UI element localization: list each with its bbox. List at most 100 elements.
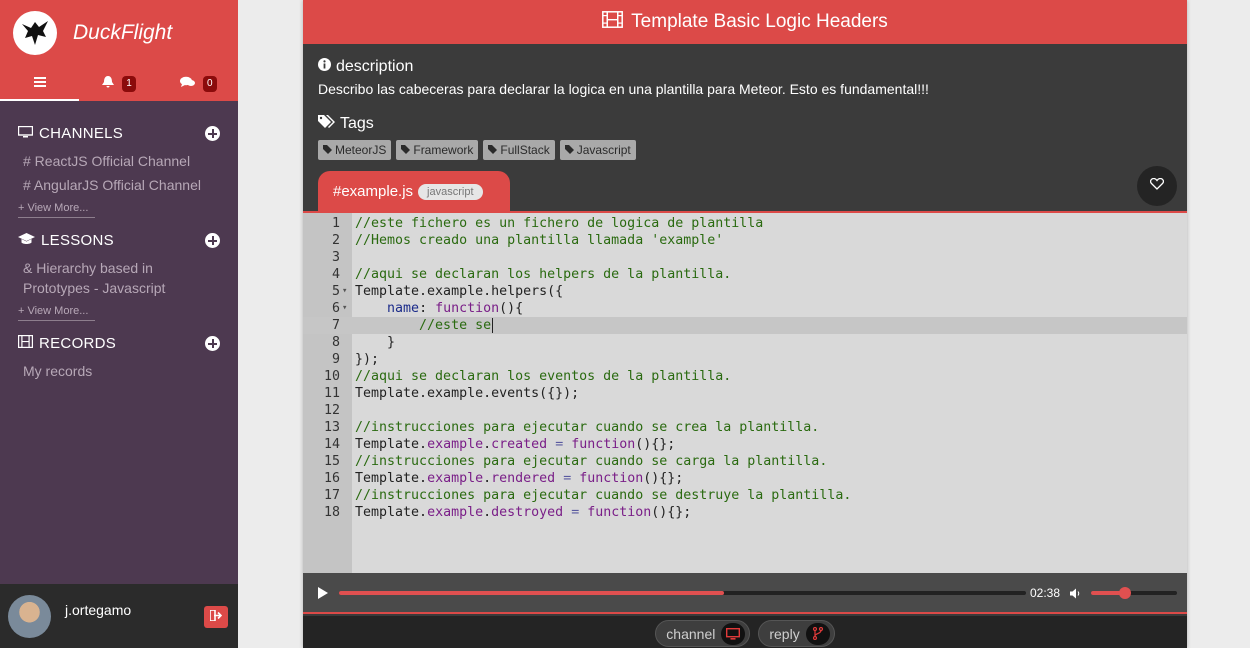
add-record-icon[interactable] [205,336,220,351]
code-line[interactable]: 12 [303,402,1187,419]
code-line[interactable]: 8 } [303,334,1187,351]
code-line[interactable]: 10 //aqui se declaran los eventos de la p… [303,368,1187,385]
code-text: //este se [355,318,494,333]
info-icon [318,58,331,76]
tag-label: MeteorJS [335,143,387,157]
notifications-tab[interactable]: 1 [79,66,158,101]
code-line[interactable]: 17 //instrucciones para ejecutar cuando s… [303,487,1187,504]
film-icon [18,335,34,352]
code-text: //instrucciones para ejecutar cuando se … [355,420,820,435]
volume-slider[interactable] [1091,587,1177,599]
code-line[interactable]: 18 Template.example.destroyed = function(… [303,504,1187,521]
media-player: 02:38 [303,573,1187,614]
logout-button[interactable] [204,606,228,628]
code-line[interactable]: 3 [303,249,1187,266]
volume-handle[interactable] [1119,587,1132,599]
add-channel-icon[interactable] [205,126,220,141]
add-lesson-icon[interactable] [205,233,220,248]
channels-header: CHANNELS [17,125,220,142]
lessons-header: LESSONS [18,232,220,249]
code-line[interactable]: 1 //este fichero es un fichero de logica … [303,215,1187,232]
sign-out-icon [209,608,223,626]
tag-javascript[interactable]: Javascript [559,140,636,160]
line-number: 18 [323,505,340,520]
tags-heading: Tags [318,114,1172,133]
line-number: 17 [323,488,340,503]
code-line[interactable]: 15 //instrucciones para ejecutar cuando s… [303,453,1187,470]
progress-bar[interactable] [339,591,1026,595]
line-number: 2 [331,233,340,248]
graduation-cap-icon [18,232,35,249]
code-text: //aqui se declaran los helpers de la pla… [355,267,732,282]
records-section: RECORDS My records [0,335,238,381]
desktop-icon [17,125,34,142]
record-item-my-records[interactable]: My records [23,361,220,381]
fold-gap [340,385,355,402]
sidebar: DuckFlight 1 0 CHANNELS # ReactJS Offici… [0,0,238,648]
lessons-section: LESSONS & Hierarchy based in Prototypes … [0,232,238,321]
code-line[interactable]: 6 ▾ name: function(){ [303,300,1187,317]
code-line[interactable]: 11 Template.example.events({}); [303,385,1187,402]
lesson-item-hierarchy[interactable]: & Hierarchy based in Prototypes - Javasc… [23,258,220,298]
code-line[interactable]: 13 //instrucciones para ejecutar cuando s… [303,419,1187,436]
avatar[interactable] [8,594,51,638]
channel-item-angularjs[interactable]: # AngularJS Official Channel [23,175,220,195]
duck-logo-icon[interactable] [13,11,57,55]
code-line[interactable]: 14 Template.example.created = function(){… [303,436,1187,453]
file-name: #example.js [333,183,414,200]
lessons-view-more-link[interactable]: + View More... [18,305,95,321]
code-line[interactable]: 4 //aqui se declaran los helpers de la pl… [303,266,1187,283]
channel-button[interactable]: channel [655,620,751,647]
code-text: Template.example.created = function(){}; [355,437,676,452]
brand-name[interactable]: DuckFlight [73,21,172,45]
description-block: description Describo las cabeceras para … [303,44,1187,160]
line-number: 13 [323,420,340,435]
code-text: //instrucciones para ejecutar cuando se … [355,454,828,469]
play-icon[interactable] [318,586,328,599]
fold-gap [340,419,355,436]
line-number: 6 [331,301,340,316]
bell-icon [102,75,115,92]
fold-arrow-icon[interactable]: ▾ [340,300,355,317]
records-header: RECORDS [18,335,220,352]
hamburger-icon [33,75,46,90]
code-line[interactable]: 9}); [303,351,1187,368]
lessons-title: LESSONS [41,232,114,249]
code-line[interactable]: 16 Template.example.rendered = function()… [303,470,1187,487]
messages-badge: 0 [203,75,217,92]
menu-tab[interactable] [0,66,80,101]
line-number: 12 [323,403,340,418]
fold-arrow-icon[interactable]: ▾ [340,283,355,300]
tag-fullstack[interactable]: FullStack [483,140,555,160]
code-text: //instrucciones para ejecutar cuando se … [355,488,852,503]
tag-label: Javascript [576,143,631,157]
fold-gap [340,232,355,249]
volume-icon[interactable] [1070,586,1081,604]
messages-tab[interactable]: 0 [159,66,238,101]
code-editor[interactable]: 1 //este fichero es un fichero de logica … [303,211,1187,573]
description-title: description [336,58,414,75]
code-line[interactable]: 7 //este se [303,317,1187,334]
channels-view-more-link[interactable]: + View More... [18,202,95,218]
tag-meteorjs[interactable]: MeteorJS [318,140,392,160]
fold-gap [340,487,355,504]
lesson-panel: Template Basic Logic Headers description… [303,0,1187,648]
reply-button[interactable]: reply [758,620,835,647]
tag-list: MeteorJS Framework FullStack Javascript [318,140,1172,160]
code-text: //aqui se declaran los eventos de la pla… [355,369,732,384]
fold-gap [340,368,355,385]
username[interactable]: j.ortegamo [65,602,131,618]
channel-item-reactjs[interactable]: # ReactJS Official Channel [23,151,220,171]
records-title: RECORDS [39,335,117,352]
channels-title: CHANNELS [39,125,124,142]
line-number: 16 [323,471,340,486]
tag-framework[interactable]: Framework [396,140,479,160]
line-number: 4 [331,267,340,282]
code-line[interactable]: 5 ▾ Template.example.helpers({ [303,283,1187,300]
fold-gap [340,266,355,283]
like-button[interactable] [1137,166,1177,206]
file-tab[interactable]: #example.js javascript [318,171,510,212]
heart-icon [1149,177,1165,195]
fold-gap [340,453,355,470]
code-line[interactable]: 2 //Hemos creado una plantilla llamada 'e… [303,232,1187,249]
